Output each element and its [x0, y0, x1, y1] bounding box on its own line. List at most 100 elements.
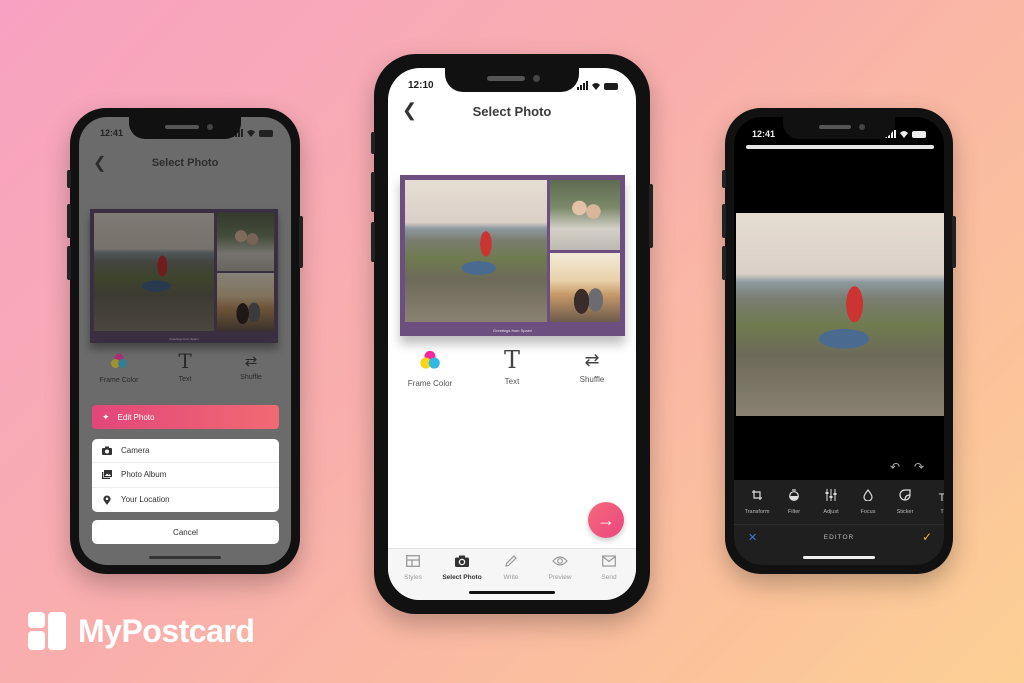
tab-select-photo[interactable]: Select Photo — [437, 554, 487, 581]
magic-wand-icon: ✦ — [102, 411, 110, 422]
home-indicator[interactable] — [803, 556, 875, 559]
battery-icon — [912, 131, 926, 138]
tool-label: Shuffle — [240, 374, 262, 381]
home-indicator[interactable] — [149, 556, 221, 559]
sheet-item-photo-album[interactable]: Photo Album — [92, 463, 279, 488]
tool-label: Filter — [787, 509, 801, 515]
sheet-item-camera[interactable]: Camera — [92, 439, 279, 464]
card-tools: Frame Color T Text ⇄ Shuffle — [388, 348, 636, 396]
edit-photo-label: Edit Photo — [117, 412, 155, 422]
phone-center: 12:10 ❮ Select Photo Greetings from Spai… — [371, 54, 653, 614]
photo-slot-couple[interactable] — [550, 180, 620, 250]
envelope-icon — [602, 555, 616, 567]
status-time: 12:10 — [408, 80, 434, 91]
tool-label: Focus — [860, 509, 876, 515]
card-tools: Frame Color T Text ⇄ Shuffle — [79, 351, 291, 393]
editor-toolbar: Transform Filter Adjust Focus Sticker T … — [734, 480, 944, 524]
tool-filter[interactable]: Filter — [776, 488, 812, 515]
tool-label: Text — [178, 376, 192, 383]
postcard-preview[interactable]: Greetings from Spain! — [400, 175, 625, 336]
shuffle-icon: ⇄ — [584, 350, 600, 370]
signal-icon — [577, 81, 588, 90]
tab-label: Send — [601, 574, 617, 581]
brand-name: MyPostcard — [78, 612, 255, 649]
battery-icon — [604, 83, 618, 90]
frame-color-icon — [111, 353, 127, 368]
photo-album-icon — [102, 470, 112, 480]
text-tool[interactable]: T Text — [477, 348, 547, 386]
screen: 12:10 ❮ Select Photo Greetings from Spai… — [388, 68, 636, 600]
battery-icon — [259, 130, 273, 137]
eye-icon — [552, 556, 568, 566]
edit-photo-button[interactable]: ✦ Edit Photo — [92, 405, 279, 429]
screen: 12:41 ↶ ↷ Transform Filter Adjust Focus … — [734, 117, 944, 565]
tool-adjust[interactable]: Adjust — [813, 488, 849, 515]
card-caption: Greetings from Spain! — [169, 337, 199, 341]
location-pin-icon — [103, 495, 111, 505]
filter-icon — [789, 489, 799, 501]
camera-icon — [455, 555, 469, 567]
screen: 12:41 ❮ Select Photo Greetings from Spai… — [79, 117, 291, 565]
tab-styles[interactable]: Styles — [388, 554, 438, 581]
volume-down-button — [722, 246, 726, 280]
tab-send[interactable]: Send — [584, 554, 634, 581]
checkmark-icon[interactable]: ✓ — [922, 530, 932, 544]
photo-slot-main[interactable] — [94, 213, 214, 331]
sheet-item-label: Photo Album — [121, 470, 167, 480]
frame-color-tool[interactable]: Frame Color — [395, 350, 465, 388]
phone-left: 12:41 ❮ Select Photo Greetings from Spai… — [67, 108, 303, 574]
editor-title: EDITOR — [823, 534, 855, 541]
tab-label: Preview — [548, 574, 572, 581]
tab-label: Write — [503, 574, 519, 581]
styles-icon — [406, 555, 420, 567]
text-tool[interactable]: T Text — [155, 351, 215, 383]
tab-label: Select Photo — [442, 574, 482, 581]
volume-up-button — [67, 204, 71, 238]
editor-photo[interactable] — [736, 213, 944, 416]
frame-color-tool[interactable]: Frame Color — [89, 353, 149, 384]
next-button[interactable]: → — [588, 502, 624, 538]
tool-label: T — [940, 509, 944, 515]
phone-right: 12:41 ↶ ↷ Transform Filter Adjust Focus … — [722, 108, 956, 574]
home-indicator[interactable] — [469, 591, 555, 594]
tool-transform[interactable]: Transform — [739, 488, 775, 515]
volume-down-button — [67, 246, 71, 280]
tool-sticker[interactable]: Sticker — [887, 488, 923, 515]
volume-down-button — [371, 222, 375, 262]
sticker-icon — [899, 489, 911, 501]
photo-slot-couple[interactable] — [217, 213, 274, 271]
cancel-button[interactable]: Cancel — [92, 520, 279, 544]
tab-preview[interactable]: Preview — [535, 554, 585, 581]
undo-icon[interactable]: ↶ — [890, 460, 900, 474]
sheet-item-location[interactable]: Your Location — [92, 488, 279, 512]
tool-label: Text — [504, 377, 520, 386]
nav-bar: ❮ Select Photo — [79, 147, 291, 177]
photo-slot-sunset[interactable] — [550, 253, 620, 322]
status-time: 12:41 — [752, 129, 776, 139]
shuffle-tool[interactable]: ⇄ Shuffle — [221, 353, 281, 382]
notch — [783, 117, 895, 139]
sheet-item-label: Camera — [121, 446, 150, 456]
tool-text[interactable]: T T — [924, 488, 944, 515]
adjust-icon — [825, 489, 837, 501]
redo-icon[interactable]: ↷ — [914, 460, 924, 474]
postcard-preview[interactable]: Greetings from Spain! — [90, 209, 278, 343]
mute-switch — [722, 170, 726, 188]
volume-up-button — [722, 204, 726, 238]
power-button — [952, 216, 956, 268]
postcard-grid-icon — [28, 612, 66, 650]
transform-icon — [752, 490, 762, 500]
tool-label: Transform — [744, 509, 770, 515]
tool-focus[interactable]: Focus — [850, 488, 886, 515]
power-button — [299, 216, 303, 268]
shuffle-tool[interactable]: ⇄ Shuffle — [557, 350, 627, 384]
notch — [445, 68, 579, 92]
tool-label: Sticker — [896, 509, 914, 515]
photo-slot-main[interactable] — [405, 180, 547, 322]
photo-source-sheet: Camera Photo Album Your Location — [92, 439, 279, 512]
tab-write[interactable]: Write — [486, 554, 536, 581]
volume-up-button — [371, 172, 375, 212]
wifi-icon — [592, 83, 600, 90]
photo-slot-sunset[interactable] — [217, 273, 274, 331]
tool-label: Shuffle — [579, 375, 605, 384]
